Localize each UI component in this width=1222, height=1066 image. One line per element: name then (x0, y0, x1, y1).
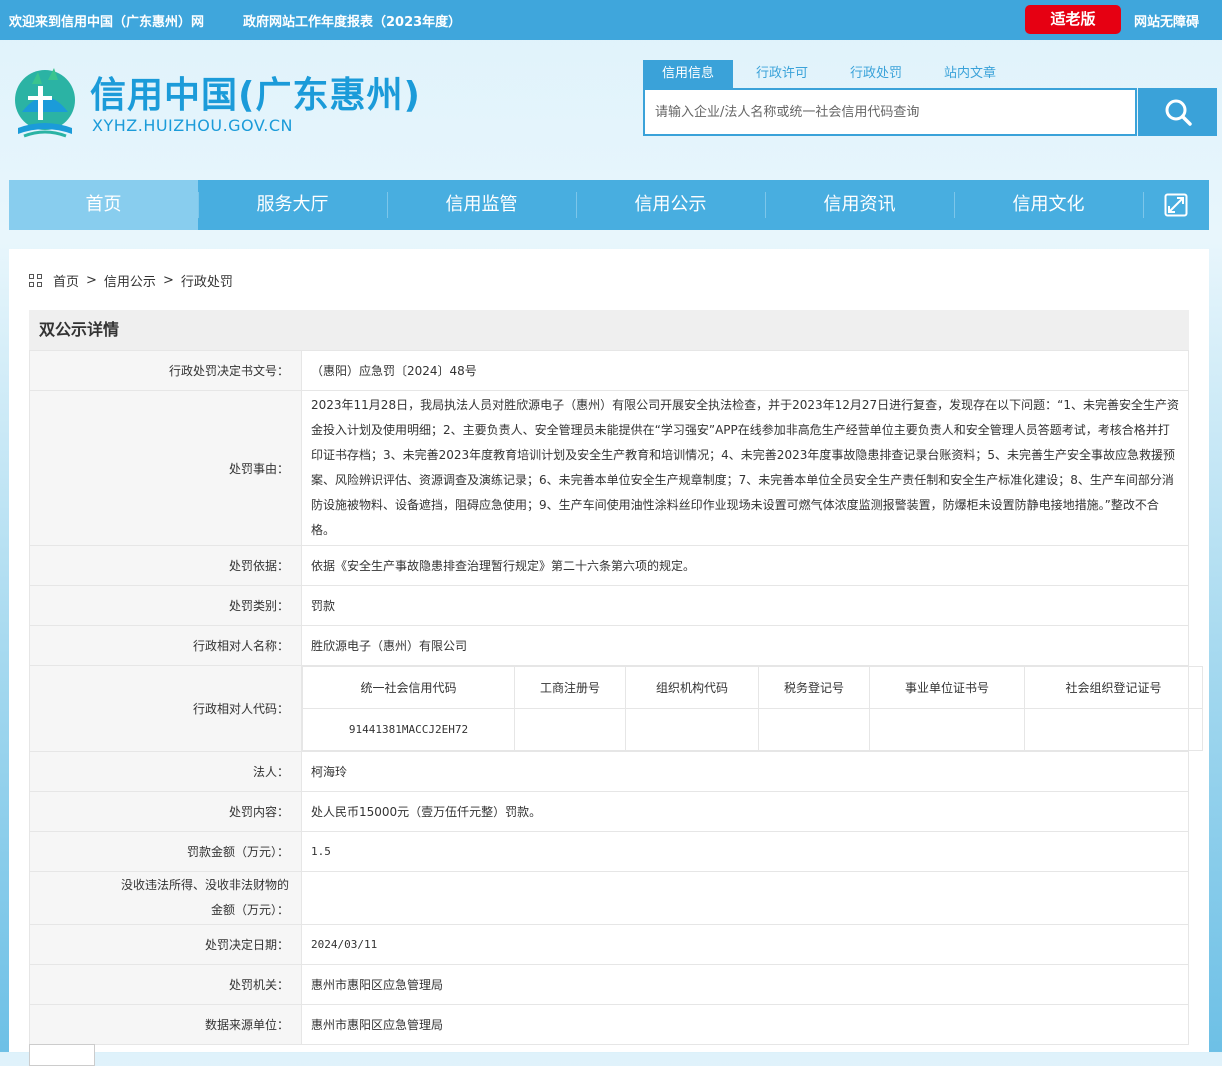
breadcrumb-separator: > (162, 273, 174, 288)
breadcrumb-home[interactable]: 首页 (53, 271, 79, 290)
table-row: 处罚决定日期： 2024/03/11 (29, 924, 1189, 965)
doc-number-value: （惠阳）应急罚〔2024〕48号 (301, 350, 1189, 391)
table-row: 处罚机关： 惠州市惠阳区应急管理局 (29, 964, 1189, 1005)
grid-icon (29, 273, 43, 288)
code-header: 社会组织登记证号 (1024, 666, 1203, 709)
row-label: 行政处罚决定书文号： (29, 350, 302, 391)
table-row: 处罚类别： 罚款 (29, 585, 1189, 626)
table-row: 法人： 柯海玲 (29, 751, 1189, 792)
fine-amount-value: 1.5 (301, 831, 1189, 872)
search-tab-site-articles[interactable]: 站内文章 (925, 60, 1015, 88)
basis-value: 依据《安全生产事故隐患排查治理暂行规定》第二十六条第六项的规定。 (301, 545, 1189, 586)
penalty-detail-table: 行政处罚决定书文号： （惠阳）应急罚〔2024〕48号 处罚事由： 2023年1… (29, 350, 1203, 1045)
authority-value: 惠州市惠阳区应急管理局 (301, 964, 1189, 1005)
logo-url: XYHZ.HUIZHOU.GOV.CN (92, 116, 293, 135)
party-code-table: 统一社会信用代码 工商注册号 组织机构代码 税务登记号 事业单位证书号 社会组织… (302, 666, 1203, 751)
top-bar: 欢迎来到信用中国（广东惠州）网 政府网站工作年度报表（2023年度） 适老版 网… (0, 0, 1222, 40)
confiscation-value (301, 871, 1189, 925)
row-label: 处罚事由： (29, 390, 302, 546)
row-label: 处罚依据： (29, 545, 302, 586)
penalty-content-value: 处人民币15000元（壹万伍仟元整）罚款。 (301, 791, 1189, 832)
table-row: 罚款金额（万元）： 1.5 (29, 831, 1189, 872)
accessibility-link[interactable]: 网站无障碍 (1134, 11, 1199, 30)
elder-mode-button[interactable]: 适老版 (1025, 5, 1121, 34)
legal-person-value: 柯海玲 (301, 751, 1189, 792)
annual-report-link[interactable]: 政府网站工作年度报表（2023年度） (243, 11, 461, 30)
nav-home[interactable]: 首页 (9, 180, 198, 230)
search-icon (1165, 99, 1192, 126)
unified-credit-code-value: 91441381MACCJ2EH72 (302, 708, 515, 751)
reason-value: 2023年11月28日，我局执法人员对胜欣源电子（惠州）有限公司开展安全执法检查… (301, 390, 1189, 546)
table-row: 处罚事由： 2023年11月28日，我局执法人员对胜欣源电子（惠州）有限公司开展… (29, 390, 1189, 546)
decision-date-value: 2024/03/11 (301, 924, 1189, 965)
table-row: 数据来源单位： 惠州市惠阳区应急管理局 (29, 1004, 1189, 1045)
row-label: 行政相对人代码： (29, 665, 302, 752)
nav-credit-publicity[interactable]: 信用公示 (576, 180, 765, 230)
confiscation-label-line1: 没收违法所得、没收非法财物的 (120, 878, 289, 892)
breadcrumb-separator: > (86, 273, 97, 288)
party-name-value: 胜欣源电子（惠州）有限公司 (301, 625, 1189, 666)
row-label: 处罚内容： (29, 791, 302, 832)
row-label: 处罚机关： (29, 964, 302, 1005)
table-row: 处罚内容： 处人民币15000元（壹万伍仟元整）罚款。 (29, 791, 1189, 832)
data-source-value: 惠州市惠阳区应急管理局 (301, 1004, 1189, 1045)
public-institution-cert-value (869, 708, 1025, 751)
confiscation-label-line2: 金额（万元）： (210, 903, 289, 917)
content-panel: 首页 > 信用公示 > 行政处罚 双公示详情 行政处罚决定书文号： （惠阳）应急… (9, 249, 1209, 1066)
search-button[interactable] (1138, 88, 1217, 136)
row-label: 处罚决定日期： (29, 924, 302, 965)
table-row: 没收违法所得、没收非法财物的 金额（万元）： (29, 871, 1189, 925)
category-value: 罚款 (301, 585, 1189, 626)
row-label: 行政相对人名称： (29, 625, 302, 666)
nav-credit-news[interactable]: 信用资讯 (765, 180, 954, 230)
row-label: 处罚类别： (29, 585, 302, 626)
table-row: 行政相对人代码： 统一社会信用代码 工商注册号 组织机构代码 税务登记号 事业单… (29, 665, 1203, 752)
search-input[interactable] (645, 90, 1135, 134)
social-org-reg-value (1024, 708, 1203, 751)
table-row: 行政相对人名称： 胜欣源电子（惠州）有限公司 (29, 625, 1189, 666)
table-row: 行政处罚决定书文号： （惠阳）应急罚〔2024〕48号 (29, 350, 1189, 391)
code-header: 税务登记号 (758, 666, 870, 709)
row-label: 法人： (29, 751, 302, 792)
nav-credit-culture[interactable]: 信用文化 (954, 180, 1143, 230)
code-header: 工商注册号 (514, 666, 626, 709)
search-tab-admin-license[interactable]: 行政许可 (737, 60, 827, 88)
row-label: 罚款金额（万元）： (29, 831, 302, 872)
code-header: 组织机构代码 (625, 666, 759, 709)
search-tab-admin-penalty[interactable]: 行政处罚 (831, 60, 921, 88)
row-label: 没收违法所得、没收非法财物的 金额（万元）： (29, 871, 302, 925)
site-logo[interactable]: 信用中国(广东惠州) XYHZ.HUIZHOU.GOV.CN (12, 62, 432, 144)
breadcrumb-credit-publicity[interactable]: 信用公示 (104, 271, 156, 290)
back-button[interactable] (29, 1044, 95, 1066)
expand-icon (1164, 193, 1188, 217)
table-row: 处罚依据： 依据《安全生产事故隐患排查治理暂行规定》第二十六条第六项的规定。 (29, 545, 1189, 586)
logo-title: 信用中国(广东惠州) (90, 75, 421, 116)
tax-reg-no-value (758, 708, 870, 751)
row-label: 数据来源单位： (29, 1004, 302, 1045)
code-header: 事业单位证书号 (869, 666, 1025, 709)
org-code-value (625, 708, 759, 751)
nav-expand-button[interactable] (1143, 180, 1209, 230)
party-code-cell: 统一社会信用代码 工商注册号 组织机构代码 税务登记号 事业单位证书号 社会组织… (301, 665, 1203, 752)
logo-emblem-icon (15, 68, 75, 138)
business-reg-no-value (514, 708, 626, 751)
breadcrumb-admin-penalty[interactable]: 行政处罚 (181, 271, 233, 290)
nav-credit-supervision[interactable]: 信用监管 (387, 180, 576, 230)
breadcrumb: 首页 > 信用公示 > 行政处罚 (29, 271, 233, 290)
code-header: 统一社会信用代码 (302, 666, 515, 709)
section-heading: 双公示详情 (29, 310, 1189, 350)
main-nav: 首页 服务大厅 信用监管 信用公示 信用资讯 信用文化 (9, 180, 1209, 230)
welcome-text: 欢迎来到信用中国（广东惠州）网 (9, 15, 205, 30)
search-tab-credit-info[interactable]: 信用信息 (643, 60, 733, 88)
search-box (643, 88, 1137, 136)
nav-service-hall[interactable]: 服务大厅 (198, 180, 387, 230)
